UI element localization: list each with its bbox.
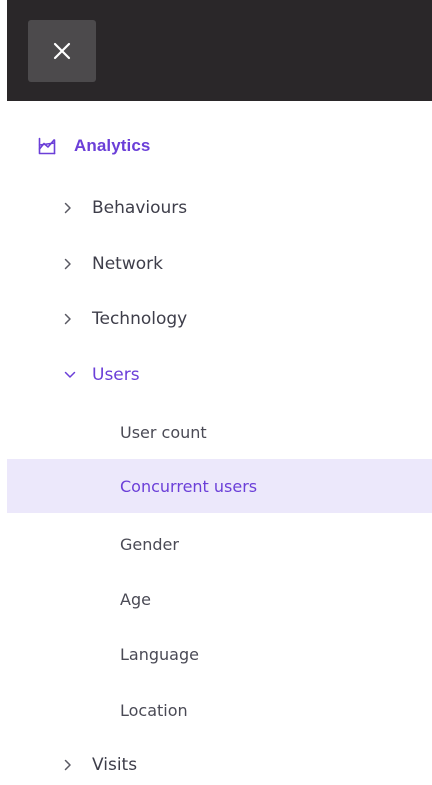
chevron-right-icon [64,202,76,214]
sub-item-location[interactable]: Location [7,683,432,737]
nav-item-behaviours[interactable]: Behaviours [64,188,187,228]
analytics-section-header[interactable]: Analytics [38,128,151,164]
chevron-right-icon [64,258,76,270]
nav-item-technology[interactable]: Technology [64,299,187,339]
sub-item-label: Location [120,700,188,720]
chevron-down-icon [64,371,76,379]
sub-item-concurrent-users[interactable]: Concurrent users [7,459,432,513]
close-icon [53,42,71,60]
nav-item-label: Network [92,254,163,274]
analytics-chart-icon [38,137,56,155]
sub-item-user-count[interactable]: User count [7,405,432,459]
sub-item-language[interactable]: Language [7,627,432,681]
sub-item-label: Gender [120,534,179,554]
sub-item-gender[interactable]: Gender [7,517,432,571]
chevron-right-icon [64,759,76,771]
nav-item-visits[interactable]: Visits [64,745,137,785]
chevron-right-icon [64,313,76,325]
sub-item-age[interactable]: Age [7,572,432,626]
sub-item-label: Concurrent users [120,476,258,496]
nav-item-label: Behaviours [92,198,188,218]
close-button[interactable] [28,20,96,82]
top-bar [7,0,432,101]
sub-item-label: Age [120,589,151,609]
sub-item-label: User count [120,422,207,442]
nav-item-label: Visits [92,755,138,775]
analytics-label: Analytics [74,136,151,155]
nav-item-label: Technology [92,309,188,329]
nav-item-label: Users [92,365,140,385]
nav-item-users[interactable]: Users [64,355,140,395]
nav-item-network[interactable]: Network [64,244,163,284]
sub-item-label: Language [120,644,199,664]
